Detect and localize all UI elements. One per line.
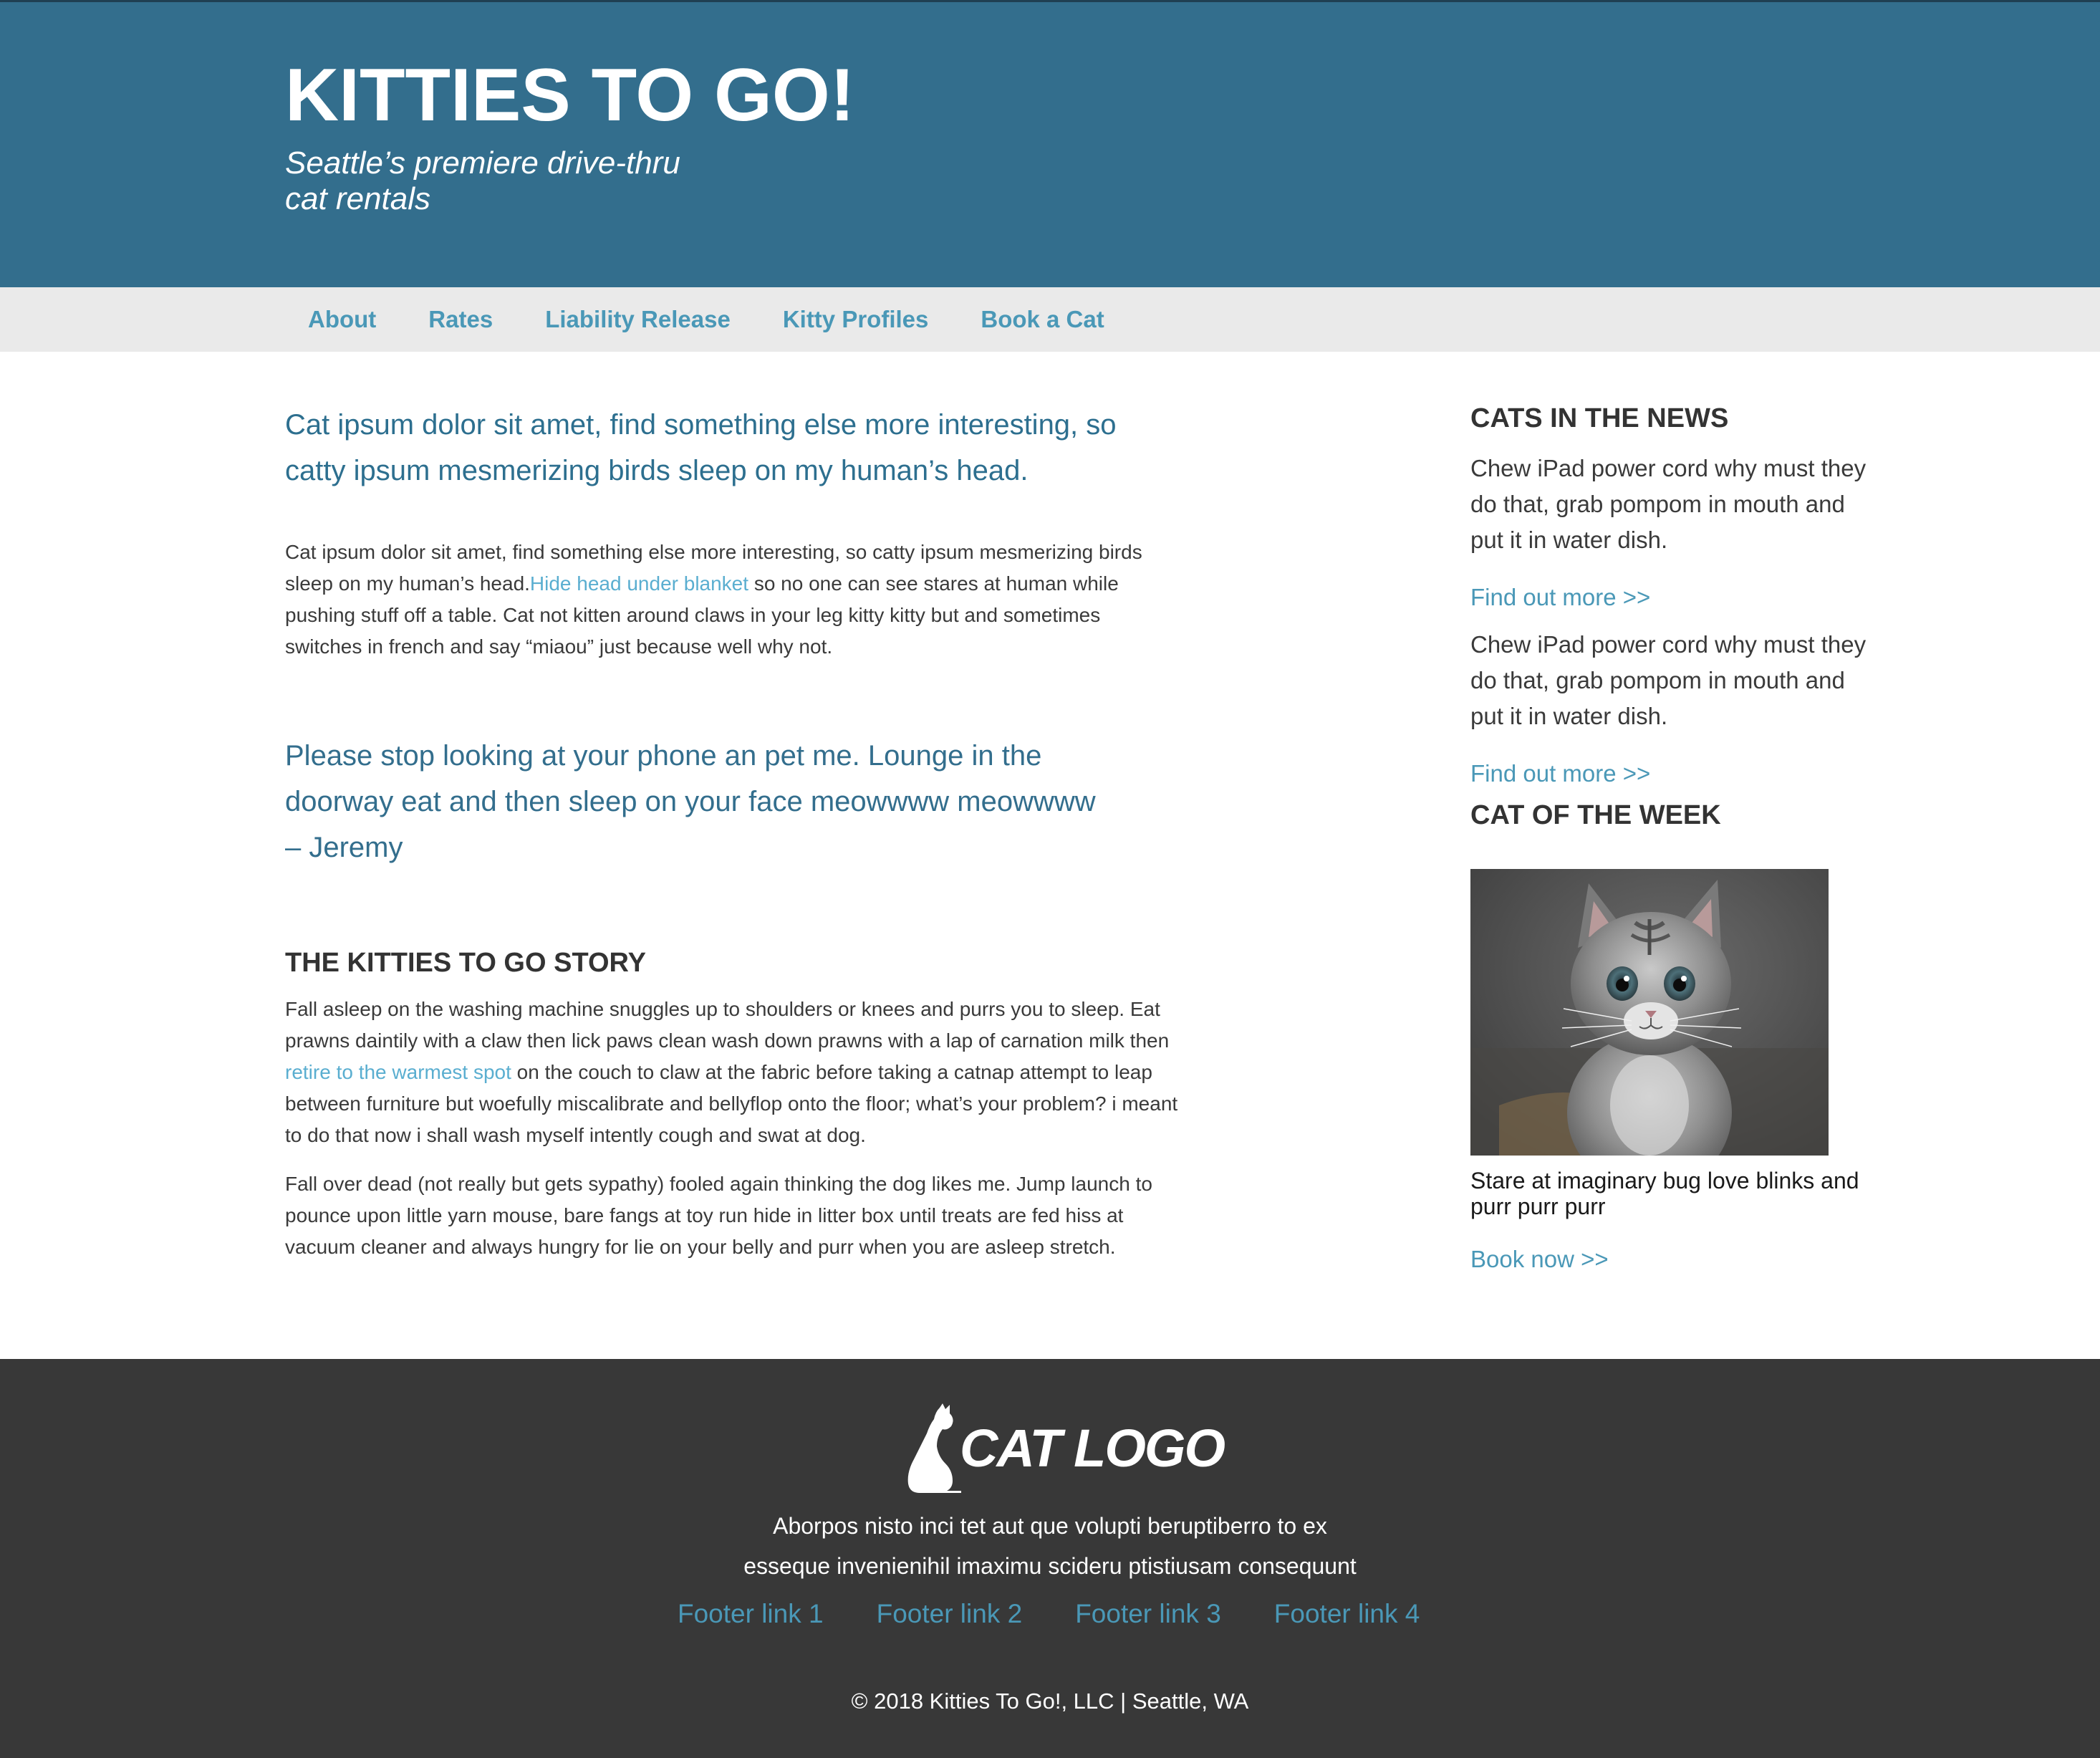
story-paragraph-1: Fall asleep on the washing machine snugg… — [285, 994, 1188, 1151]
book-now-link[interactable]: Book now >> — [1470, 1246, 1609, 1273]
cat-of-week-heading: CAT OF THE WEEK — [1470, 800, 1721, 830]
lead-paragraph: Cat ipsum dolor sit amet, find something… — [285, 409, 1117, 486]
main-nav: About Rates Liability Release Kitty Prof… — [0, 287, 2100, 352]
footer-link-4[interactable]: Footer link 4 — [1274, 1599, 1420, 1629]
copyright-notice: © 2018 Kitties To Go!, LLC | Seattle, WA — [851, 1689, 1249, 1714]
news-item-text: Chew iPad power cord why must they do th… — [1470, 631, 1867, 729]
nav-list: About Rates Liability Release Kitty Prof… — [308, 287, 1157, 352]
tagline-line-2: cat rentals — [285, 181, 430, 216]
find-out-more-link[interactable]: Find out more >> — [1470, 760, 1650, 787]
footer-description: Aborpos nisto inci tet aut que volupti b… — [692, 1506, 1408, 1586]
footer-text-line-2: esseque invenienihil imaximu scideru pti… — [743, 1553, 1357, 1579]
footer-text-line-1: Aborpos nisto inci tet aut que volupti b… — [773, 1513, 1327, 1539]
find-out-more-link[interactable]: Find out more >> — [1470, 584, 1650, 611]
story-text-start: Fall asleep on the washing machine snugg… — [285, 998, 1170, 1052]
story-heading: THE KITTIES TO GO STORY — [285, 948, 646, 978]
footer-link-1[interactable]: Footer link 1 — [678, 1599, 824, 1629]
site-title[interactable]: KITTIES TO GO! — [285, 51, 854, 140]
nav-item-kitty-profiles[interactable]: Kitty Profiles — [783, 306, 929, 333]
news-heading: CATS IN THE NEWS — [1470, 403, 1729, 433]
cat-silhouette-icon — [907, 1403, 961, 1493]
kitten-photo — [1470, 869, 1829, 1156]
quote-author: – Jeremy — [285, 832, 403, 863]
nav-item-book-a-cat[interactable]: Book a Cat — [981, 306, 1104, 333]
news-item-text: Chew iPad power cord why must they do th… — [1470, 455, 1867, 553]
tagline-line-1: Seattle’s premiere drive-thru — [285, 145, 680, 181]
footer-links: Footer link 1 Footer link 2 Footer link … — [678, 1599, 1473, 1629]
logo-text: CAT LOGO — [960, 1418, 1225, 1478]
nav-item-rates[interactable]: Rates — [428, 306, 493, 333]
site-header: KITTIES TO GO! Seattle’s premiere drive-… — [0, 0, 2100, 287]
warmest-spot-link[interactable]: retire to the warmest spot — [285, 1061, 511, 1083]
hide-head-link[interactable]: Hide head under blanket — [530, 572, 748, 595]
site-footer: CAT LOGO Aborpos nisto inci tet aut que … — [0, 1359, 2100, 1758]
kitten-illustration — [1470, 869, 1829, 1156]
intro-paragraph: Cat ipsum dolor sit amet, find something… — [285, 537, 1180, 663]
quote-line-2: doorway eat and then sleep on your face … — [285, 786, 1096, 817]
quote-line-1: Please stop looking at your phone an pet… — [285, 740, 1042, 772]
site-tagline: Seattle’s premiere drive-thru cat rental… — [285, 145, 743, 217]
cat-logo[interactable]: CAT LOGO — [905, 1403, 1225, 1493]
cat-of-week-caption: Stare at imaginary bug love blinks and p… — [1470, 1168, 1859, 1219]
testimonial-quote: Please stop looking at your phone an pet… — [285, 733, 1173, 870]
story-paragraph-2: Fall over dead (not really but gets sypa… — [285, 1173, 1152, 1258]
footer-link-3[interactable]: Footer link 3 — [1075, 1599, 1221, 1629]
footer-link-2[interactable]: Footer link 2 — [877, 1599, 1023, 1629]
nav-item-about[interactable]: About — [308, 306, 376, 333]
nav-item-liability-release[interactable]: Liability Release — [545, 306, 731, 333]
